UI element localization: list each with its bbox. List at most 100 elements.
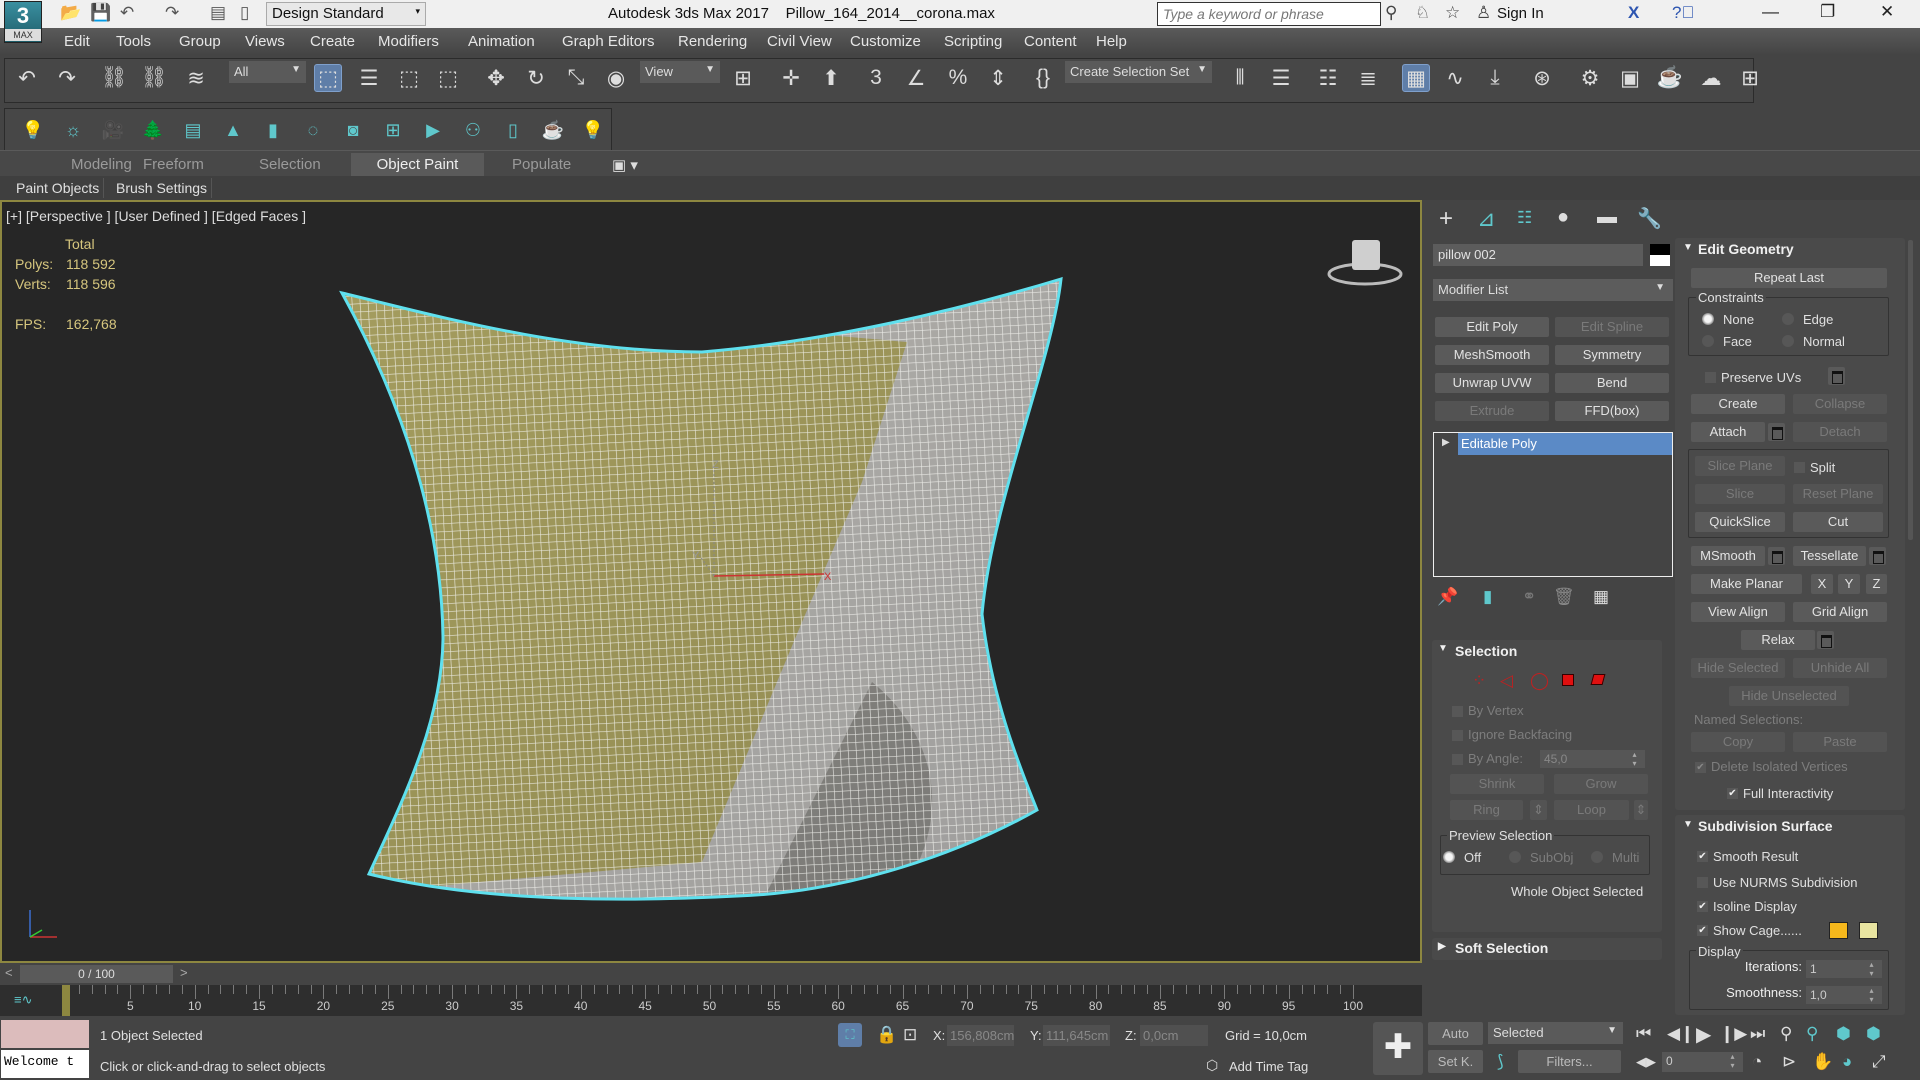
smoothness-spinner[interactable]: 1,0: [1806, 986, 1882, 1004]
polygon-mode-icon[interactable]: [1562, 674, 1574, 686]
undo-icon[interactable]: ↶: [13, 64, 41, 92]
a360-gallery-icon[interactable]: ⊞: [1736, 64, 1764, 92]
selection-rollout-title[interactable]: Selection: [1455, 643, 1517, 659]
crowd-icon[interactable]: ⚇: [459, 116, 487, 144]
placement-icon[interactable]: ◉: [602, 64, 630, 92]
render-setup-icon[interactable]: ⚙: [1576, 64, 1604, 92]
menu-content[interactable]: Content: [1024, 33, 1077, 50]
menu-civil-view[interactable]: Civil View: [767, 33, 832, 50]
shrink-button[interactable]: Shrink: [1450, 774, 1544, 794]
snap-toggle-icon[interactable]: 3: [862, 64, 890, 92]
tab-freeform[interactable]: Freeform: [143, 156, 204, 173]
ribbon-toggle-icon[interactable]: ▦: [1402, 64, 1430, 92]
full-interactivity-checkbox[interactable]: ✔: [1727, 788, 1738, 799]
slice-plane-button[interactable]: Slice Plane: [1695, 456, 1785, 476]
move-icon[interactable]: ✥: [482, 64, 510, 92]
viewcube-icon[interactable]: [1327, 240, 1403, 286]
zoom-extents-all-icon[interactable]: ⬢: [1866, 1024, 1881, 1044]
modify-tab-icon[interactable]: ⊿: [1477, 206, 1495, 232]
current-frame-spinner[interactable]: 0: [1662, 1052, 1743, 1072]
y-coordinate-field[interactable]: 111,645cm: [1043, 1025, 1110, 1046]
communication-center-icon[interactable]: ♘: [1415, 3, 1430, 23]
set-key-button[interactable]: Set K.: [1428, 1050, 1483, 1073]
restore-icon[interactable]: ❐: [1820, 2, 1835, 22]
preview-subobj-radio[interactable]: [1509, 851, 1521, 863]
binoculars-icon[interactable]: ⚲: [1385, 3, 1397, 23]
open-file-icon[interactable]: 📂: [60, 3, 81, 23]
redo-icon[interactable]: ↷: [53, 64, 81, 92]
x-coordinate-field[interactable]: 156,808cm: [947, 1025, 1014, 1046]
smooth-result-checkbox[interactable]: ✔: [1697, 851, 1708, 862]
torus-icon[interactable]: ◌: [299, 116, 327, 144]
show-cage-checkbox[interactable]: ✔: [1697, 925, 1708, 936]
configure-modifier-sets-icon[interactable]: ▦: [1593, 587, 1609, 607]
angle-snap-icon[interactable]: ∠: [902, 64, 930, 92]
lock-icon[interactable]: 🔒: [876, 1025, 897, 1045]
time-tag-icon[interactable]: ⬡: [1206, 1057, 1218, 1074]
add-time-tag-button[interactable]: Add Time Tag: [1229, 1059, 1308, 1074]
msmooth-button[interactable]: MSmooth: [1691, 546, 1765, 566]
attach-list-icon[interactable]: [1768, 423, 1785, 441]
minimize-icon[interactable]: —: [1762, 2, 1779, 22]
bind-space-warp-icon[interactable]: ≋: [182, 64, 210, 92]
schematic-view-icon[interactable]: ⤓: [1481, 64, 1509, 92]
tessellate-settings-icon[interactable]: [1869, 547, 1886, 565]
maximize-viewport-icon[interactable]: ⤢: [1872, 1052, 1886, 1072]
menu-customize[interactable]: Customize: [850, 33, 921, 50]
tab-object-paint[interactable]: Object Paint: [351, 153, 484, 177]
named-selection-set-dropdown[interactable]: Create Selection Set ▼: [1065, 61, 1212, 83]
collapse-arrow-icon[interactable]: ▼: [1683, 242, 1693, 253]
zoom-all-icon[interactable]: ⚲: [1806, 1024, 1818, 1044]
edit-poly-button[interactable]: Edit Poly: [1435, 317, 1549, 337]
extrude-button[interactable]: Extrude: [1435, 401, 1549, 421]
reference-coordinate-dropdown[interactable]: View ▼: [640, 61, 720, 83]
stack-item-editable-poly[interactable]: Editable Poly: [1458, 433, 1672, 455]
time-slider-thumb[interactable]: 0 / 100: [20, 965, 173, 983]
percent-snap-icon[interactable]: %: [944, 64, 972, 92]
next-frame-icon[interactable]: ❙▶: [1720, 1024, 1747, 1044]
pin-stack-icon[interactable]: 📌: [1437, 587, 1458, 607]
cut-button[interactable]: Cut: [1793, 512, 1883, 532]
field-of-view-icon[interactable]: ⊳: [1782, 1052, 1796, 1072]
select-object-icon[interactable]: ⬚: [314, 64, 342, 92]
loop-spinner[interactable]: ⇕: [1634, 800, 1648, 820]
copy-button[interactable]: Copy: [1691, 732, 1785, 752]
cage-color-swatch-2[interactable]: [1859, 922, 1878, 939]
attach-button[interactable]: Attach: [1691, 422, 1765, 442]
menu-tools[interactable]: Tools: [116, 33, 151, 50]
filters-button[interactable]: Filters...: [1518, 1050, 1621, 1073]
pivot-center-icon[interactable]: ⊞: [729, 64, 757, 92]
user-icon[interactable]: ♙: [1476, 3, 1491, 23]
time-configuration-icon[interactable]: ◔: [1752, 1052, 1762, 1072]
bend-button[interactable]: Bend: [1555, 373, 1669, 393]
hide-unselected-button[interactable]: Hide Unselected: [1729, 686, 1849, 706]
tree-icon[interactable]: ▲: [219, 116, 247, 144]
paint-objects-panel[interactable]: Paint Objects: [12, 178, 105, 198]
isoline-display-checkbox[interactable]: ✔: [1697, 901, 1708, 912]
utilities-tab-icon[interactable]: 🔧: [1637, 206, 1662, 231]
preview-multi-radio[interactable]: [1591, 851, 1603, 863]
constraint-edge-radio[interactable]: [1782, 313, 1794, 325]
new-file-icon[interactable]: ▯: [240, 3, 249, 23]
hide-selected-button[interactable]: Hide Selected: [1691, 658, 1785, 678]
spinner-snap-icon[interactable]: ⇕: [984, 64, 1012, 92]
reset-plane-button[interactable]: Reset Plane: [1793, 484, 1883, 504]
absolute-mode-icon[interactable]: ⊡: [903, 1025, 917, 1045]
menu-graph-editors[interactable]: Graph Editors: [562, 33, 655, 50]
selection-lock-toggle[interactable]: ⛶: [838, 1023, 862, 1047]
tab-selection[interactable]: Selection: [259, 156, 321, 173]
paste-button[interactable]: Paste: [1793, 732, 1887, 752]
manipulate-icon[interactable]: ✛: [777, 64, 805, 92]
edit-named-selection-icon[interactable]: {}: [1029, 64, 1057, 92]
key-mode-dropdown[interactable]: Selected ▼: [1488, 1022, 1623, 1044]
subdivision-surface-title[interactable]: Subdivision Surface: [1698, 818, 1833, 834]
close-icon[interactable]: ✕: [1880, 2, 1894, 22]
light-bulb-icon[interactable]: 💡: [579, 116, 607, 144]
slice-button[interactable]: Slice: [1695, 484, 1785, 504]
soft-selection-title[interactable]: Soft Selection: [1455, 940, 1548, 956]
brush-settings-panel[interactable]: Brush Settings: [112, 178, 213, 198]
edit-spline-button[interactable]: Edit Spline: [1555, 317, 1669, 337]
redo-icon[interactable]: ↷: [165, 3, 179, 23]
render-icon[interactable]: ▶: [419, 116, 447, 144]
border-mode-icon[interactable]: ◯: [1530, 671, 1549, 691]
